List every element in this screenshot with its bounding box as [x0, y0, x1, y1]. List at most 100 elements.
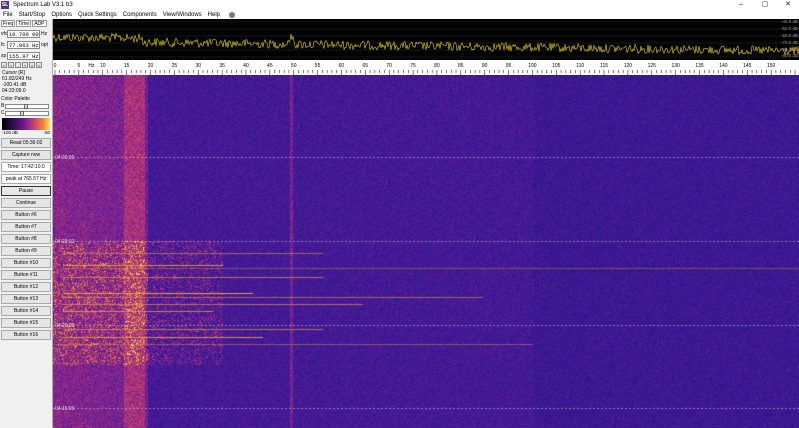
- menu-help[interactable]: Help: [205, 12, 223, 18]
- contrast-thumb[interactable]: [20, 110, 24, 116]
- brightness-thumb[interactable]: [24, 103, 28, 109]
- panel-button-4[interactable]: Pause: [1, 186, 51, 196]
- span-field[interactable]: 155.97 Hz: [7, 51, 40, 60]
- cursor-time: 04:23:09.0: [2, 88, 26, 94]
- freq-tick-label: 15: [124, 63, 130, 69]
- step-left-button[interactable]: <: [8, 62, 14, 68]
- freq-tick-label: 50: [291, 63, 297, 69]
- spectrum-lab-window: SL Spectrum Lab V3.1 b3 – ▢ ✕ File Start…: [0, 0, 799, 428]
- freq-tick-label: 45: [267, 63, 273, 69]
- window-title: Spectrum Lab V3.1 b3: [13, 2, 73, 8]
- tab-freq[interactable]: Freq: [1, 20, 16, 27]
- menu-components[interactable]: Components: [120, 12, 160, 18]
- contrast-slider[interactable]: [5, 110, 49, 116]
- fc-field[interactable]: 77.963 Hz: [7, 40, 40, 49]
- freq-tick-label: 30: [195, 63, 201, 69]
- frequency-scale[interactable]: 0 5 10 15 20 25 30 35 40 45 50 55 60 65 70 75 80 85 90 95 10…: [53, 60, 799, 75]
- palette-max-label: -50: [43, 130, 50, 135]
- panel-button-12[interactable]: Button #12: [1, 282, 51, 292]
- waterfall-image: [53, 75, 799, 428]
- freq-tick-label: 125: [648, 63, 657, 69]
- span-row: sp 155.97 Hz: [0, 51, 52, 60]
- vfo-field[interactable]: 10 700 000: [7, 29, 40, 38]
- close-button[interactable]: ✕: [777, 0, 799, 10]
- freq-tick-label: 35: [219, 63, 225, 69]
- freq-tick-label: 40: [243, 63, 249, 69]
- menu-options[interactable]: Options: [48, 12, 75, 18]
- db-label: -70.0 dB: [780, 40, 798, 45]
- time-marker: 04:20:01: [55, 323, 75, 329]
- minimize-button[interactable]: –: [730, 0, 752, 10]
- panel-button-10[interactable]: Button #10: [1, 258, 51, 268]
- freq-tick-label: 110: [576, 63, 584, 69]
- freq-tick-label: 55: [315, 63, 321, 69]
- db-label: -80.0 dB: [780, 47, 798, 52]
- span-label: sp: [1, 52, 7, 59]
- freq-tick-label: 65: [363, 63, 369, 69]
- panel-button-14[interactable]: Button #14: [1, 306, 51, 316]
- menu-bar: File Start/Stop Options Quick Settings C…: [0, 10, 799, 19]
- maximize-button[interactable]: ▢: [754, 0, 776, 10]
- color-palette-panel: Color Palette B C: [1, 96, 52, 116]
- step-left-fast-button[interactable]: <: [1, 62, 7, 68]
- palette-scale: -100 dB -50: [2, 130, 50, 135]
- button-list: Read 05:36:02 Capture now Time: 17:42:10.0…: [0, 138, 52, 340]
- db-label: -90.0 dB: [780, 53, 798, 58]
- panel-button-3[interactable]: peak at 765.57 Hz: [1, 174, 51, 184]
- spectrum-display[interactable]: -40.0 dB -50.0 dB -60.0 dB -70.0 dB -80.…: [53, 19, 799, 60]
- zoom-out-button[interactable]: -: [15, 62, 21, 68]
- waterfall-display[interactable]: 04:30:09 04:23:01 04:20:01 04:15:09: [53, 75, 799, 428]
- time-marker: 04:23:01: [55, 239, 75, 245]
- panel-button-13[interactable]: Button #13: [1, 294, 51, 304]
- palette-title: Color Palette: [1, 96, 30, 102]
- cursor-readout: Cursor [R] 61.82/249 Hz -100.41 dB 04:23…: [2, 70, 52, 94]
- panel-button-0[interactable]: Read 05:36:02: [1, 138, 51, 148]
- menu-quick-settings[interactable]: Quick Settings: [75, 12, 120, 18]
- db-label: -50.0 dB: [780, 26, 798, 31]
- fc-label: fc: [1, 41, 5, 48]
- status-indicator-icon: [229, 11, 236, 18]
- freq-tick-label: 0: [54, 63, 57, 69]
- panel-button-6[interactable]: Button #6: [1, 210, 51, 220]
- step-right-fast-button[interactable]: >: [36, 62, 42, 68]
- panel-button-1[interactable]: Capture now: [1, 150, 51, 160]
- tab-adp[interactable]: ADP: [32, 20, 47, 27]
- freq-tick-label: 80: [434, 63, 440, 69]
- freq-tick-label: 140: [719, 63, 728, 69]
- panel-button-16[interactable]: Button #16: [1, 330, 51, 340]
- app-logo-icon: SL: [1, 1, 9, 9]
- step-right-button[interactable]: >: [29, 62, 35, 68]
- freq-tick-label: 145: [743, 63, 752, 69]
- panel-button-15[interactable]: Button #15: [1, 318, 51, 328]
- freq-tick-label: 5: [77, 63, 80, 69]
- tab-time[interactable]: Time: [16, 20, 32, 27]
- freq-tick-label: 95: [506, 63, 512, 69]
- menu-start-stop[interactable]: Start/Stop: [16, 12, 49, 18]
- menu-file[interactable]: File: [0, 12, 16, 18]
- freq-tick-label: 20: [148, 63, 154, 69]
- palette-gradient: [2, 118, 50, 130]
- panel-button-2[interactable]: Time: 17:42:10.0: [1, 162, 51, 172]
- freq-tick-label: 130: [671, 63, 680, 69]
- contrast-slider-row: C: [1, 110, 52, 116]
- panel-button-7[interactable]: Button #7: [1, 222, 51, 232]
- panel-button-8[interactable]: Button #8: [1, 234, 51, 244]
- freq-unit-label: Hz: [88, 63, 95, 69]
- fc-row: fc 77.963 Hz opt: [0, 40, 52, 49]
- spectrum-trace: [53, 32, 799, 56]
- time-marker: 04:15:09: [55, 406, 75, 412]
- panel-button-9[interactable]: Button #9: [1, 246, 51, 256]
- zoom-in-button[interactable]: +: [22, 62, 28, 68]
- freq-tick-label: 60: [339, 63, 345, 69]
- freq-tick-label: 105: [552, 63, 561, 69]
- db-label: -40.0 dB: [780, 19, 798, 24]
- menu-view-windows[interactable]: View/Windows: [160, 12, 205, 18]
- freq-tick-label: 85: [458, 63, 464, 69]
- brightness-slider[interactable]: [5, 103, 49, 109]
- panel-button-11[interactable]: Button #11: [1, 270, 51, 280]
- panel-button-5[interactable]: Continue: [1, 198, 51, 208]
- fc-opt[interactable]: opt: [41, 42, 48, 48]
- freq-tick-label: 90: [482, 63, 488, 69]
- time-marker: 04:30:09: [55, 155, 75, 161]
- spectrum-graph: [53, 21, 799, 58]
